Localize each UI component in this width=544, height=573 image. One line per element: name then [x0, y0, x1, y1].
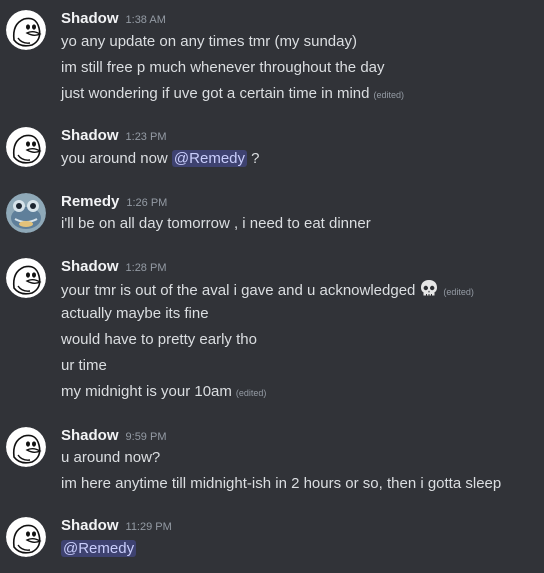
skull-emoji-icon[interactable]	[419, 279, 439, 305]
message-line: your tmr is out of the aval i gave and u…	[61, 279, 474, 305]
message-line: actually maybe its fine	[61, 304, 209, 324]
message-text: just wondering if uve got a certain time…	[61, 85, 370, 102]
timestamp[interactable]: 1:28 PM	[126, 262, 167, 274]
message-text: your tmr is out of the aval i gave and u…	[61, 282, 416, 299]
timestamp[interactable]: 1:23 PM	[126, 131, 167, 143]
message-text: ur time	[61, 357, 107, 374]
avatar[interactable]	[6, 517, 46, 557]
message-line: you around now @Remedy ?	[61, 149, 260, 169]
message-header: Shadow 9:59 PM	[61, 427, 166, 447]
timestamp[interactable]: 9:59 PM	[126, 431, 167, 443]
avatar[interactable]	[6, 127, 46, 167]
edited-label: (edited)	[373, 90, 405, 100]
message-header: Shadow 1:28 PM	[61, 258, 166, 278]
username[interactable]: Shadow	[61, 10, 119, 27]
message-line: i'll be on all day tomorrow , i need to …	[61, 214, 371, 234]
message-line: yo any update on any times tmr (my sunda…	[61, 32, 357, 52]
message-header: Remedy 1:26 PM	[61, 193, 167, 213]
message-header: Shadow 1:38 AM	[61, 10, 166, 30]
message-text: would have to pretty early tho	[61, 331, 257, 348]
message-header: Shadow 1:23 PM	[61, 127, 166, 147]
user-mention[interactable]: @Remedy	[171, 150, 248, 167]
penguin-avatar-icon	[6, 427, 46, 467]
avatar[interactable]	[6, 258, 46, 298]
message-header: Shadow 11:29 PM	[61, 517, 172, 537]
message-line: im still free p much whenever throughout…	[61, 58, 385, 78]
avatar[interactable]	[6, 427, 46, 467]
timestamp[interactable]: 11:29 PM	[126, 521, 172, 533]
message-text: you around now	[61, 150, 172, 167]
message-line: just wondering if uve got a certain time…	[61, 84, 404, 105]
timestamp[interactable]: 1:38 AM	[126, 14, 166, 26]
message-line: my midnight is your 10am (edited)	[61, 382, 266, 403]
message-line: @Remedy	[61, 539, 137, 559]
message-line: u around now?	[61, 448, 160, 468]
username[interactable]: Shadow	[61, 258, 119, 275]
message-line: im here anytime till midnight-ish in 2 h…	[61, 474, 501, 494]
message-text: actually maybe its fine	[61, 305, 209, 322]
username[interactable]: Shadow	[61, 427, 119, 444]
message-text: im here anytime till midnight-ish in 2 h…	[61, 475, 502, 492]
edited-label: (edited)	[235, 388, 267, 398]
edited-label: (edited)	[443, 287, 474, 297]
penguin-avatar-icon	[6, 127, 46, 167]
message-text: ?	[247, 150, 260, 167]
message-line: would have to pretty early tho	[61, 330, 257, 350]
message-text: yo any update on any times tmr (my sunda…	[61, 33, 357, 50]
message-list: Shadow 1:38 AM yo any update on any times…	[0, 0, 544, 573]
message-text: u around now?	[61, 449, 161, 466]
avatar[interactable]	[6, 193, 46, 233]
timestamp[interactable]: 1:26 PM	[126, 197, 167, 209]
username[interactable]: Shadow	[61, 517, 119, 534]
username[interactable]: Remedy	[61, 193, 119, 210]
avatar[interactable]	[6, 10, 46, 50]
frog-avatar-icon	[6, 193, 46, 233]
message-line: ur time	[61, 356, 107, 376]
user-mention[interactable]: @Remedy	[61, 540, 137, 557]
message-text: i'll be on all day tomorrow , i need to …	[61, 215, 371, 232]
message-text: im still free p much whenever throughout…	[61, 59, 385, 76]
message-text: my midnight is your 10am	[61, 383, 232, 400]
penguin-avatar-icon	[6, 517, 46, 557]
penguin-avatar-icon	[6, 258, 46, 298]
penguin-avatar-icon	[6, 10, 46, 50]
username[interactable]: Shadow	[61, 127, 119, 144]
